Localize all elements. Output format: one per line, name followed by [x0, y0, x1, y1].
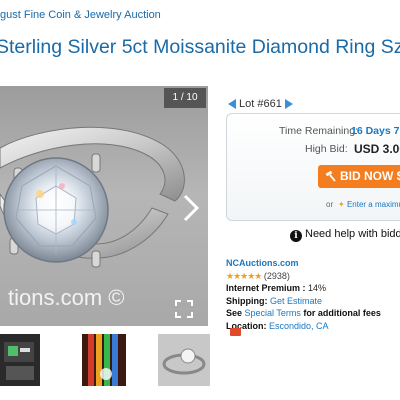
watermark: tions.com ©: [8, 285, 125, 310]
high-bid-value: USD 3.00: [354, 142, 400, 156]
rating-stars: ★★★★★: [226, 270, 262, 281]
thumbnail-3[interactable]: [158, 334, 210, 386]
thumbnail-strip: [0, 334, 210, 386]
seller-name[interactable]: NCAuctions.com: [226, 258, 299, 268]
bidding-help-link[interactable]: iNeed help with bidding: [290, 228, 400, 242]
info-icon: i: [290, 230, 302, 242]
star-icon: ✦: [338, 200, 345, 209]
page-title: Sterling Silver 5ct Moissanite Diamond R…: [0, 36, 400, 58]
or-text: or: [326, 200, 334, 209]
seller-info: NCAuctions.com ★★★★★ (2938) Internet Pre…: [226, 257, 381, 332]
lot-number: Lot #661: [239, 98, 282, 110]
thumbnail-2[interactable]: [82, 334, 126, 386]
expand-icon[interactable]: [175, 300, 193, 318]
lot-navigation: Lot #661: [228, 98, 293, 110]
gavel-icon: [325, 170, 336, 182]
special-terms-link[interactable]: Special Terms: [245, 308, 301, 318]
arrow-left-icon[interactable]: [228, 99, 236, 110]
max-bid-link[interactable]: ✦ Enter a maximum: [338, 200, 400, 209]
thumbnail-1[interactable]: [0, 334, 40, 386]
flag-icon[interactable]: [230, 328, 241, 336]
max-bid-label: Enter a maximum: [346, 200, 400, 209]
rating-count[interactable]: (2938): [264, 271, 290, 281]
help-text: Need help with bidding: [305, 228, 400, 240]
bid-now-button[interactable]: BID NOW $4: [318, 165, 400, 188]
image-counter: 1 / 10: [164, 88, 206, 108]
shipping-label: Shipping:: [226, 295, 268, 306]
high-bid-label: High Bid:: [305, 143, 348, 155]
premium-label: Internet Premium :: [226, 283, 306, 293]
shipping-estimate-link[interactable]: Get Estimate: [270, 296, 322, 306]
see-text: See: [226, 308, 243, 318]
location-value[interactable]: Escondido, CA: [269, 321, 329, 331]
time-remaining-value: 16 Days 7 H: [351, 125, 400, 137]
time-remaining-label: Time Remaining:: [279, 125, 358, 137]
arrow-right-icon[interactable]: [284, 99, 293, 110]
breadcrumb[interactable]: gust Fine Coin & Jewelry Auction: [0, 9, 161, 21]
fees-text: for additional fees: [303, 308, 381, 318]
chevron-right-icon[interactable]: [180, 192, 202, 224]
bid-now-label: BID NOW $4: [340, 169, 400, 183]
premium-value: 14%: [308, 283, 327, 293]
